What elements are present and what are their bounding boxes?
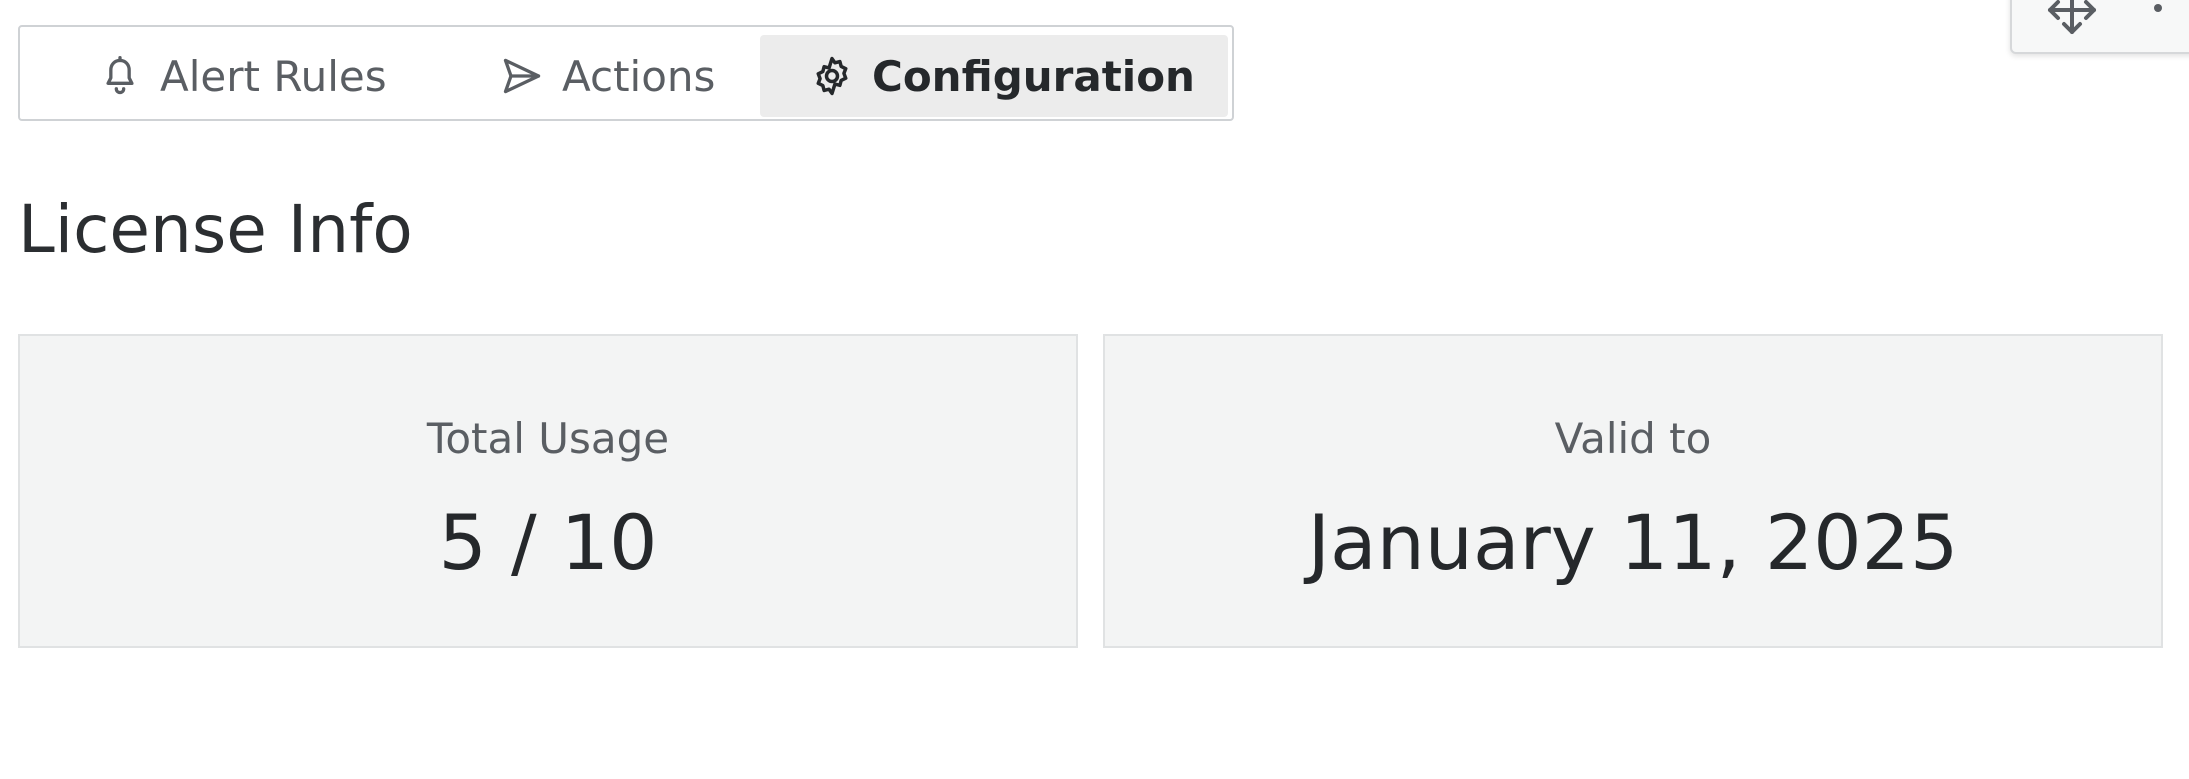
send-icon xyxy=(500,54,544,98)
bell-icon xyxy=(98,54,142,98)
valid-to-card: Valid to January 11, 2025 xyxy=(1103,334,2163,648)
move-arrows-icon[interactable] xyxy=(2036,0,2108,54)
total-usage-value: 5 / 10 xyxy=(438,498,658,587)
valid-to-value: January 11, 2025 xyxy=(1307,498,1959,587)
total-usage-card: Total Usage 5 / 10 xyxy=(18,334,1078,648)
tab-label: Actions xyxy=(562,51,716,101)
panel-toolbar xyxy=(2010,0,2189,54)
total-usage-label: Total Usage xyxy=(426,414,670,463)
tab-actions[interactable]: Actions xyxy=(458,35,758,117)
tab-configuration[interactable]: Configuration xyxy=(760,35,1228,117)
tab-label: Configuration xyxy=(872,51,1195,101)
tab-bar: Alert Rules Actions Configuration xyxy=(18,25,1234,121)
section-title: License Info xyxy=(18,191,413,268)
tab-alert-rules[interactable]: Alert Rules xyxy=(58,35,418,117)
valid-to-label: Valid to xyxy=(1554,414,1712,463)
gear-icon xyxy=(810,54,854,98)
tab-label: Alert Rules xyxy=(160,51,387,101)
more-vertical-icon[interactable] xyxy=(2138,0,2178,54)
